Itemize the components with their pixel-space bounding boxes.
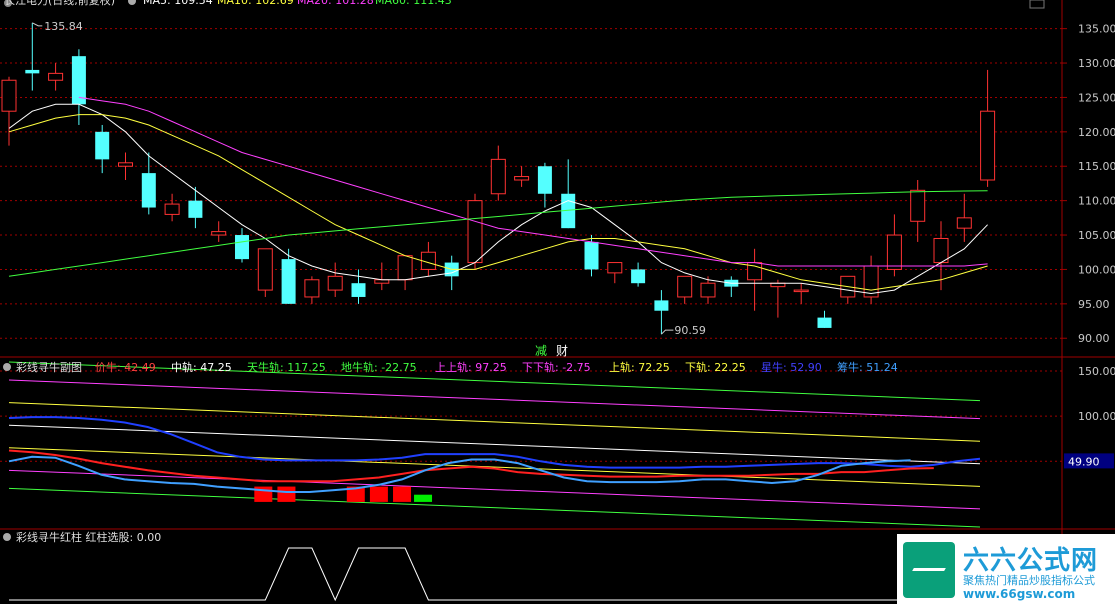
band-line [8,424,981,465]
ma-settings-icon [128,0,136,5]
watermark-logo-icon [903,542,955,598]
band-line [8,487,981,528]
red-column [369,486,388,502]
candle-up [886,234,902,270]
candle-up [607,262,623,274]
candle-down [25,69,40,74]
watermark-url: www.66gsw.com [963,587,1076,601]
candle-down [235,235,249,260]
main-title: 长江电力(日线,前复权) [4,0,115,7]
sub1-item: 上轨: 72.25 [609,360,670,374]
high-marker [32,22,43,27]
band-line [8,402,981,442]
candle-up [397,255,413,281]
candle-up [304,279,320,298]
y-tick-label: 135.00 [1078,23,1115,36]
candle-up [467,200,483,264]
watermark-panel: 六六公式网 聚焦热门精品炒股指标公式 www.66gsw.com [897,534,1115,604]
y-tick-label: 100.00 [1078,410,1115,423]
sub1-item: 天牛轨: 117.25 [247,360,326,374]
sub1-item: 下下轨: -2.75 [522,360,591,374]
indicator-line [8,449,934,483]
candle-up [793,289,809,293]
candle-up [514,176,530,181]
candle-up [257,248,273,291]
sub1-item: 星牛: 52.90 [761,360,822,374]
candle-down [537,166,552,194]
ma20-label: MA20: 101.28 [297,0,374,7]
sub1-item: 筹牛: 51.24 [837,360,898,374]
value-box-label: 49.90 [1068,455,1100,468]
event-marker-2: 财 [556,344,568,358]
candle-up [956,217,972,229]
y-tick-label: 100.00 [1078,263,1115,276]
y-tick-label: 110.00 [1078,195,1115,208]
signal-line [9,547,1011,602]
watermark-subtitle: 聚焦热门精品炒股指标公式 [963,574,1095,587]
ma5-label: MA5: 109.54 [143,0,213,7]
candle-down [817,317,832,328]
low-label: 90.59 [674,324,706,337]
candle-down [188,200,203,218]
candle-up [677,275,693,298]
candle-down [584,241,599,270]
y-tick-label: 125.00 [1078,91,1115,104]
ma10-label: MA10: 102.69 [217,0,294,7]
y-tick-label: 130.00 [1078,57,1115,70]
band-line [8,469,981,510]
sub1-title: 彩线寻牛副图 [16,360,82,374]
y-tick-label: 105.00 [1078,229,1115,242]
ma60-label: MA60: 111.43 [375,0,452,7]
green-column [414,494,433,502]
candle-up [700,282,716,298]
sub1-item: 中轨: 47.25 [171,360,232,374]
candle-down [654,300,669,311]
y-tick-label: 150.00 [1078,365,1115,378]
y-tick-label: 95.00 [1078,298,1110,311]
y-tick-label: 120.00 [1078,126,1115,139]
candle-down [631,269,646,284]
y-tick-label: 115.00 [1078,160,1115,173]
candle-down [141,173,156,208]
y-tick-label: 90.00 [1078,332,1110,345]
red-column [393,486,412,502]
window-control-icon [1029,0,1045,9]
sub1-item: 上上轨: 97.25 [435,360,507,374]
sub1-item: 地牛轨: -22.75 [341,360,417,374]
collapse-icon [3,363,11,371]
sub1-item: 价牛: 42.49 [95,360,156,374]
band-line [8,379,981,420]
ma-line-ma20 [78,96,988,267]
candle-up [933,237,949,264]
candle-up [327,275,343,291]
collapse-icon [3,533,11,541]
candle-up [211,231,227,236]
candle-down [281,259,296,304]
red-column [277,486,296,502]
candle-up [980,110,996,181]
low-marker [661,329,674,335]
event-marker-1: 减 [535,344,547,358]
stock-chart[interactable]: 90.00 95.00 100.00 105.00 110.00 115.00 120.00… [0,0,1115,604]
sub2-title: 彩线寻牛红柱 红柱选股: 0.00 [16,530,161,544]
candle-up [490,158,506,195]
candle-down [351,283,366,297]
candle-down [71,56,86,105]
candle-down [95,131,110,160]
candle-up [1,79,17,112]
candle-up [910,189,926,222]
candle-up [118,162,133,167]
candle-up [770,282,786,288]
sub1-item: 下轨: 22.25 [685,360,746,374]
candle-up [164,203,180,215]
high-label: 135.84 [44,20,83,33]
candle-up [48,72,64,81]
